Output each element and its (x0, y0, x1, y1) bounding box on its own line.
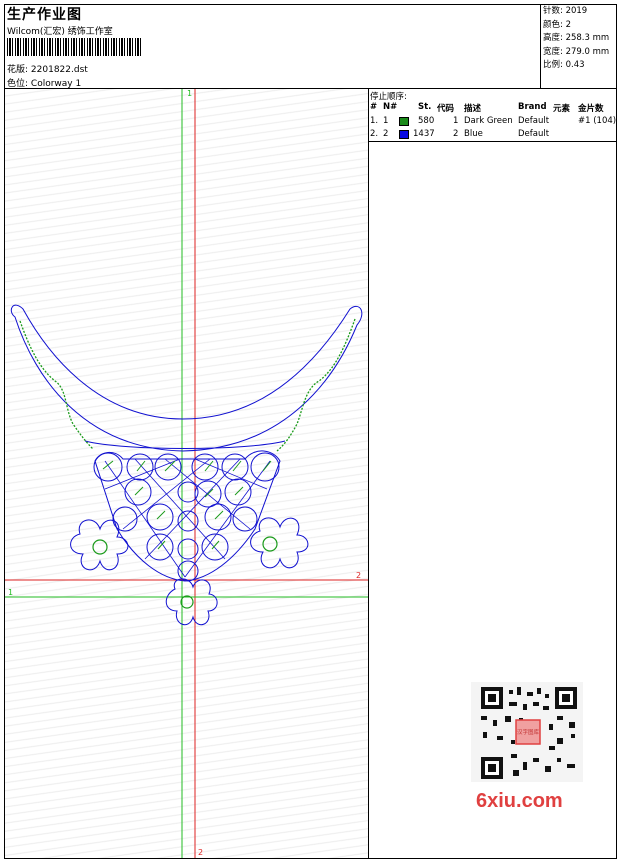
stats-divider (540, 4, 541, 88)
colorway-name: Colorway 1 (30, 79, 82, 89)
vine-right (276, 318, 356, 452)
col-element: 元素 (553, 104, 571, 114)
company-name: Wilcom(汇宏) 绣饰工作室 (7, 27, 113, 37)
barcode (7, 38, 142, 56)
col-needle: N# (383, 102, 398, 112)
qr-badge-text: 汉字图库 (517, 728, 540, 736)
colorway-line: 色位: Colorway 1 (7, 76, 81, 89)
col-index: # (370, 102, 378, 112)
stats-panel: 针数: 2019 颜色: 2 高度: 258.3 mm 宽度: 279.0 mm… (543, 5, 609, 73)
stoplist-bottom-line (368, 141, 617, 142)
color-swatch (399, 130, 409, 139)
col-code: 代码 (437, 104, 455, 114)
axis-label-green-top: 1 (187, 89, 192, 98)
flower-left (70, 519, 129, 571)
yoke-outline (10, 304, 363, 452)
axis-label-red-right: 2 (356, 571, 361, 580)
page-title: 生产作业图 (7, 7, 82, 23)
vine-left (19, 320, 94, 450)
stat-scale: 比例: 0.43 (543, 60, 585, 70)
stat-stitches: 针数: 2019 (543, 6, 588, 16)
color-swatch (399, 117, 409, 126)
watermark-text: 6xiu.com (476, 790, 563, 812)
flower-bottom-center (180, 595, 194, 609)
yoke-inner-line (84, 440, 286, 449)
stat-colors: 颜色: 2 (543, 19, 571, 30)
stop-sequence-heading: 停止顺序: (370, 92, 407, 102)
axis-label-green-left: 1 (8, 588, 13, 597)
qr-code: 汉字图库 (471, 682, 583, 782)
col-brand: Brand (518, 102, 547, 112)
colorway-label: 色位: (7, 79, 29, 89)
col-description: 描述 (464, 104, 482, 114)
embroidery-preview: 1 1 2 2 (5, 89, 368, 858)
flower-left-center (92, 539, 108, 555)
stat-height: 高度: 258.3 mm (543, 33, 610, 43)
flower-right-center (262, 536, 278, 552)
col-sequins: 金片数 (578, 104, 604, 114)
col-stitches: St. (418, 102, 432, 112)
flower-bottom (165, 578, 218, 626)
lattice-circles (93, 452, 280, 582)
axis-label-red-bottom: 2 (198, 848, 203, 857)
flower-right (250, 517, 309, 569)
design-file-line: 花版: 2201822.dst (7, 62, 88, 75)
design-file-label: 花版: (7, 65, 29, 75)
design-file-name: 2201822.dst (30, 65, 88, 75)
design-canvas: 1 1 2 2 (5, 89, 368, 858)
stat-width: 宽度: 279.0 mm (543, 46, 610, 57)
canvas-divider (368, 88, 369, 859)
